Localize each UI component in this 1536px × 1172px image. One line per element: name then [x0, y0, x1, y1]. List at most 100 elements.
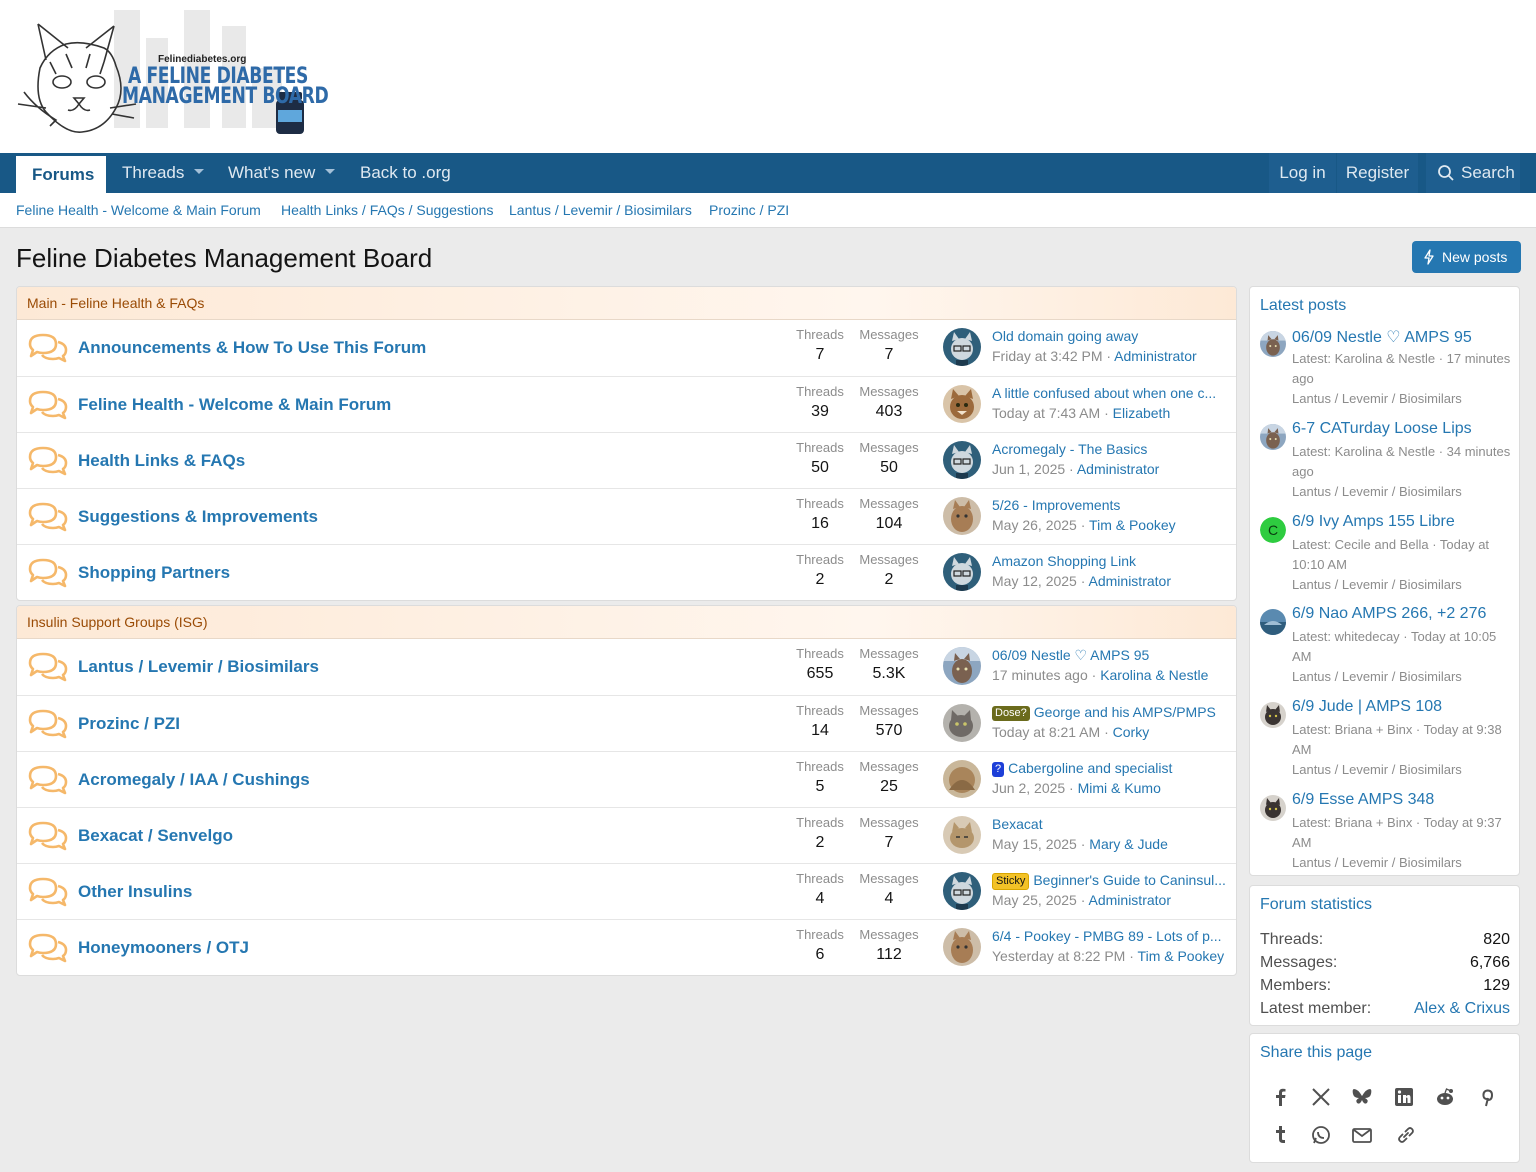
last-post-date[interactable]: Friday at 3:42 PM	[992, 348, 1103, 364]
last-post-user[interactable]: Administrator	[1114, 348, 1196, 364]
last-post-link[interactable]: Beginner's Guide to Caninsul...	[1033, 872, 1226, 888]
forum-title-link[interactable]: Announcements & How To Use This Forum	[78, 338, 426, 358]
x-icon[interactable]	[1310, 1086, 1332, 1108]
avatar[interactable]	[943, 647, 981, 685]
latest-post-title[interactable]: 06/09 Nestle ♡ AMPS 95	[1292, 327, 1472, 347]
last-post-link[interactable]: Old domain going away	[992, 328, 1138, 344]
whatsapp-icon[interactable]	[1310, 1124, 1332, 1146]
latest-post-forum-link[interactable]: Lantus / Levemir / Biosimilars	[1292, 760, 1517, 780]
latest-member-link[interactable]: Alex & Crixus	[1414, 1000, 1510, 1018]
last-post-user[interactable]: Elizabeth	[1113, 405, 1171, 421]
thread-prefix-label[interactable]: ?	[992, 762, 1005, 777]
forum-title-link[interactable]: Shopping Partners	[78, 563, 230, 583]
category-header[interactable]: Main - Feline Health & FAQs	[17, 287, 1236, 320]
last-post-link[interactable]: George and his AMPS/PMPS	[1034, 704, 1216, 720]
forum-title-link[interactable]: Suggestions & Improvements	[78, 507, 318, 527]
last-post-date[interactable]: 17 minutes ago	[992, 667, 1088, 683]
avatar[interactable]	[943, 328, 981, 366]
email-icon[interactable]	[1351, 1124, 1373, 1146]
last-post-link[interactable]: 06/09 Nestle ♡ AMPS 95	[992, 647, 1149, 663]
latest-post-title[interactable]: 6/9 Esse AMPS 348	[1292, 791, 1434, 809]
last-post-user[interactable]: Administrator	[1089, 573, 1171, 589]
avatar[interactable]	[1260, 609, 1286, 635]
latest-post-forum-link[interactable]: Lantus / Levemir / Biosimilars	[1292, 575, 1517, 595]
nav-back-to-org[interactable]: Back to .org	[344, 153, 467, 193]
forum-title-link[interactable]: Lantus / Levemir / Biosimilars	[78, 657, 319, 677]
last-post-date[interactable]: Yesterday at 8:22 PM	[992, 948, 1125, 964]
last-post-link[interactable]: Bexacat	[992, 816, 1043, 832]
register-link[interactable]: Register	[1337, 153, 1418, 193]
forum-title-link[interactable]: Other Insulins	[78, 882, 192, 902]
latest-post-forum-link[interactable]: Lantus / Levemir / Biosimilars	[1292, 667, 1517, 687]
avatar[interactable]	[943, 872, 981, 910]
category-header[interactable]: Insulin Support Groups (ISG)	[17, 606, 1236, 639]
avatar[interactable]	[943, 385, 981, 423]
site-logo[interactable]: Felinediabetes.org A FELINE DIABETES MAN…	[16, 8, 329, 138]
last-post-user[interactable]: Karolina & Nestle	[1100, 667, 1208, 683]
last-post-user[interactable]: Administrator	[1077, 461, 1159, 477]
nav-forums[interactable]: Forums	[16, 153, 106, 193]
subnav-link-prozinc[interactable]: Prozinc / PZI	[709, 202, 789, 218]
linkedin-icon[interactable]	[1393, 1086, 1415, 1108]
avatar[interactable]	[943, 704, 981, 742]
forum-title-link[interactable]: Bexacat / Senvelgo	[78, 826, 233, 846]
last-post-date[interactable]: Jun 1, 2025	[992, 461, 1065, 477]
avatar[interactable]	[943, 497, 981, 535]
latest-post-title[interactable]: 6-7 CATurday Loose Lips	[1292, 420, 1472, 438]
last-post-link[interactable]: Cabergoline and specialist	[1008, 760, 1172, 776]
last-post-date[interactable]: Jun 2, 2025	[992, 780, 1065, 796]
nav-whats-new[interactable]: What's new	[212, 153, 351, 193]
last-post-date[interactable]: May 15, 2025	[992, 836, 1077, 852]
last-post-link[interactable]: Acromegaly - The Basics	[992, 441, 1147, 457]
avatar[interactable]	[943, 816, 981, 854]
facebook-icon[interactable]	[1269, 1086, 1291, 1108]
chevron-down-icon[interactable]	[325, 169, 336, 175]
login-link[interactable]: Log in	[1269, 153, 1336, 193]
last-post-date[interactable]: May 12, 2025	[992, 573, 1077, 589]
last-post-user[interactable]: Administrator	[1089, 892, 1171, 908]
forum-title-link[interactable]: Honeymooners / OTJ	[78, 938, 249, 958]
avatar[interactable]	[1260, 795, 1286, 821]
avatar[interactable]	[943, 553, 981, 591]
bluesky-icon[interactable]	[1351, 1086, 1373, 1108]
last-post-user[interactable]: Tim & Pookey	[1089, 517, 1176, 533]
last-post-user[interactable]: Mary & Jude	[1089, 836, 1168, 852]
last-post-user[interactable]: Tim & Pookey	[1138, 948, 1225, 964]
last-post-user[interactable]: Corky	[1113, 724, 1150, 740]
chevron-down-icon[interactable]	[194, 169, 205, 175]
avatar[interactable]	[1260, 331, 1286, 357]
new-posts-button[interactable]: New posts	[1412, 241, 1521, 273]
avatar[interactable]	[1260, 702, 1286, 728]
reddit-icon[interactable]	[1434, 1086, 1456, 1108]
avatar[interactable]: C	[1260, 517, 1286, 543]
link-icon[interactable]	[1395, 1124, 1417, 1146]
nav-threads[interactable]: Threads	[106, 153, 220, 193]
last-post-link[interactable]: 6/4 - Pookey - PMBG 89 - Lots of p...	[992, 928, 1222, 944]
latest-post-forum-link[interactable]: Lantus / Levemir / Biosimilars	[1292, 389, 1517, 409]
last-post-date[interactable]: Today at 7:43 AM	[992, 405, 1100, 421]
latest-post-forum-link[interactable]: Lantus / Levemir / Biosimilars	[1292, 482, 1517, 502]
forum-title-link[interactable]: Acromegaly / IAA / Cushings	[78, 770, 310, 790]
last-post-link[interactable]: 5/26 - Improvements	[992, 497, 1120, 513]
latest-post-title[interactable]: 6/9 Jude | AMPS 108	[1292, 698, 1442, 716]
subnav-link-health-links[interactable]: Health Links / FAQs / Suggestions	[281, 202, 493, 218]
latest-post-title[interactable]: 6/9 Ivy Amps 155 Libre	[1292, 513, 1455, 531]
last-post-user[interactable]: Mimi & Kumo	[1078, 780, 1161, 796]
latest-posts-title[interactable]: Latest posts	[1260, 297, 1346, 315]
latest-post-title[interactable]: 6/9 Nao AMPS 266, +2 276	[1292, 605, 1486, 623]
subnav-link-main-forum[interactable]: Feline Health - Welcome & Main Forum	[16, 202, 261, 218]
forum-title-link[interactable]: Health Links & FAQs	[78, 451, 245, 471]
tumblr-icon[interactable]	[1269, 1124, 1291, 1146]
forum-title-link[interactable]: Feline Health - Welcome & Main Forum	[78, 395, 391, 415]
search-button[interactable]: Search	[1426, 153, 1520, 193]
thread-prefix-label[interactable]: Dose?	[992, 706, 1030, 721]
last-post-link[interactable]: Amazon Shopping Link	[992, 553, 1136, 569]
last-post-date[interactable]: Today at 8:21 AM	[992, 724, 1100, 740]
pinterest-icon[interactable]	[1476, 1086, 1498, 1108]
avatar[interactable]	[943, 441, 981, 479]
forum-title-link[interactable]: Prozinc / PZI	[78, 714, 180, 734]
avatar[interactable]	[1260, 424, 1286, 450]
thread-prefix-label[interactable]: Sticky	[992, 873, 1030, 890]
last-post-date[interactable]: May 25, 2025	[992, 892, 1077, 908]
subnav-link-lantus[interactable]: Lantus / Levemir / Biosimilars	[509, 202, 692, 218]
